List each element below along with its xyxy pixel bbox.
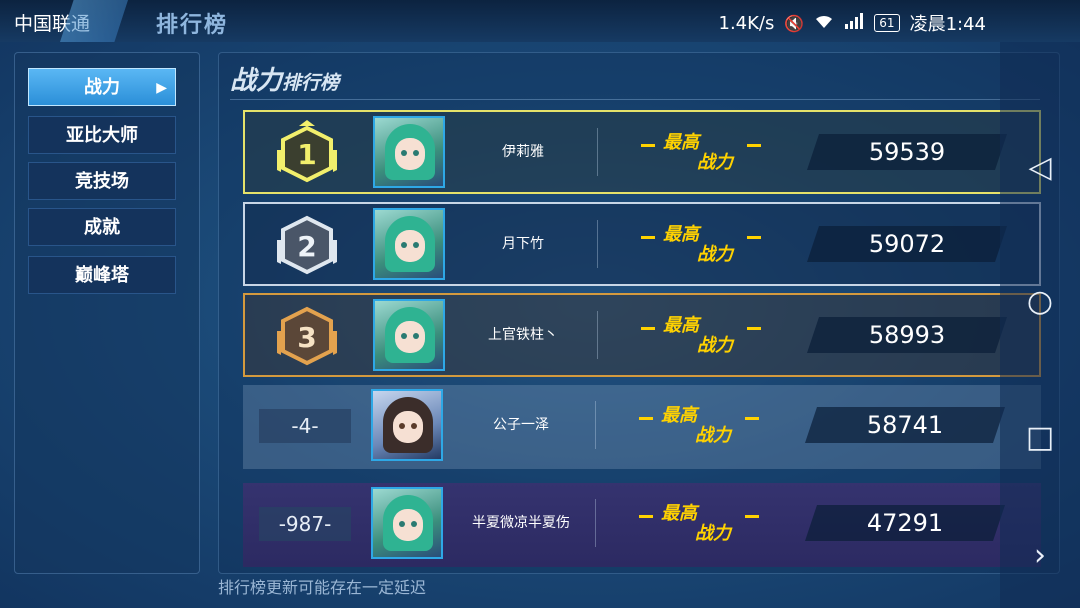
mute-icon: 🔇 bbox=[784, 13, 805, 33]
player-avatar[interactable] bbox=[373, 208, 445, 280]
rank-1-badge-icon: 1 bbox=[277, 120, 337, 183]
player-avatar[interactable] bbox=[373, 299, 445, 371]
divider bbox=[597, 220, 598, 268]
status-bar: 中国联通 排行榜 1.4K/s 🔇 61 凌晨1:44 bbox=[0, 0, 1080, 42]
max-power-label: 最高 战力 bbox=[641, 130, 761, 176]
network-speed: 1.4K/s bbox=[718, 12, 775, 34]
player-name: 月下竹 bbox=[502, 236, 544, 252]
tab-label: 竞技场 bbox=[75, 171, 129, 192]
divider bbox=[597, 128, 598, 176]
leaderboard-row[interactable]: -4- 公子一泽 最高 战力 58741 bbox=[243, 385, 1041, 469]
tab-label: 成就 bbox=[84, 217, 120, 238]
panel-title: 战力排行榜 bbox=[230, 60, 339, 97]
tab-label: 战力 bbox=[84, 77, 120, 98]
power-score: 58741 bbox=[866, 411, 944, 439]
panel-title-main: 战力 bbox=[230, 66, 283, 96]
divider bbox=[597, 311, 598, 359]
player-avatar[interactable] bbox=[371, 487, 443, 559]
recent-apps-icon[interactable]: □ bbox=[1020, 418, 1060, 458]
clock: 凌晨1:44 bbox=[909, 14, 986, 35]
my-rank-row[interactable]: -987- 半夏微凉半夏伤 最高 战力 47291 bbox=[243, 483, 1041, 567]
tab-yabi-master[interactable]: 亚比大师 bbox=[28, 116, 176, 154]
divider bbox=[230, 99, 1040, 100]
back-icon[interactable]: ◁ bbox=[1020, 148, 1060, 188]
rank-2-badge-icon: 2 bbox=[277, 215, 337, 275]
max-power-label: 最高 战力 bbox=[639, 501, 759, 547]
leaderboard-row[interactable]: 2 月下竹 最高 战力 59072 bbox=[243, 202, 1041, 286]
max-power-label: 最高 战力 bbox=[639, 403, 759, 449]
player-name: 伊莉雅 bbox=[502, 144, 544, 160]
rank-number: -987- bbox=[259, 507, 351, 541]
player-name: 公子一泽 bbox=[493, 417, 549, 433]
panel-title-sub: 排行榜 bbox=[282, 72, 340, 94]
status-indicators: 1.4K/s 🔇 61 凌晨1:44 bbox=[719, 10, 987, 36]
power-score: 47291 bbox=[866, 509, 944, 537]
play-arrow-icon: ▶ bbox=[156, 80, 167, 96]
battery-icon: 61 bbox=[874, 14, 900, 32]
rank-number: 3 bbox=[297, 321, 316, 354]
home-icon[interactable]: ○ bbox=[1020, 282, 1060, 322]
chevron-right-icon[interactable]: › bbox=[1020, 536, 1060, 576]
rank-number: 1 bbox=[297, 138, 316, 171]
power-score: 59072 bbox=[868, 230, 946, 258]
player-avatar[interactable] bbox=[371, 389, 443, 461]
power-score: 58993 bbox=[868, 321, 946, 349]
wifi-icon bbox=[814, 13, 834, 33]
leaderboard-row[interactable]: 3 上官铁柱丶 最高 战力 58993 bbox=[243, 293, 1041, 377]
player-name: 上官铁柱丶 bbox=[488, 327, 558, 343]
tab-combat-power[interactable]: 战力 ▶ bbox=[28, 68, 176, 106]
tab-peak-tower[interactable]: 巅峰塔 bbox=[28, 256, 176, 294]
tab-achievements[interactable]: 成就 bbox=[28, 208, 176, 246]
max-power-label: 最高 战力 bbox=[641, 313, 761, 359]
tab-label: 亚比大师 bbox=[66, 125, 138, 146]
update-delay-note: 排行榜更新可能存在一定延迟 bbox=[218, 578, 427, 597]
player-name: 半夏微凉半夏伤 bbox=[472, 515, 570, 531]
signal-icon bbox=[844, 13, 864, 33]
rank-number: 2 bbox=[297, 230, 316, 263]
page-title: 排行榜 bbox=[156, 13, 229, 38]
system-nav-bar: ◁ ○ □ › bbox=[1000, 42, 1080, 608]
rank-3-badge-icon: 3 bbox=[277, 306, 337, 366]
power-score: 59539 bbox=[868, 138, 946, 166]
tab-arena[interactable]: 竞技场 bbox=[28, 162, 176, 200]
player-avatar[interactable] bbox=[373, 116, 445, 188]
divider bbox=[595, 499, 596, 547]
divider bbox=[595, 401, 596, 449]
rank-number: -4- bbox=[259, 409, 351, 443]
max-power-label: 最高 战力 bbox=[641, 222, 761, 268]
game-logo bbox=[60, 0, 128, 42]
leaderboard-row[interactable]: 1 伊莉雅 最高 战力 59539 bbox=[243, 110, 1041, 194]
tab-label: 巅峰塔 bbox=[75, 265, 129, 286]
